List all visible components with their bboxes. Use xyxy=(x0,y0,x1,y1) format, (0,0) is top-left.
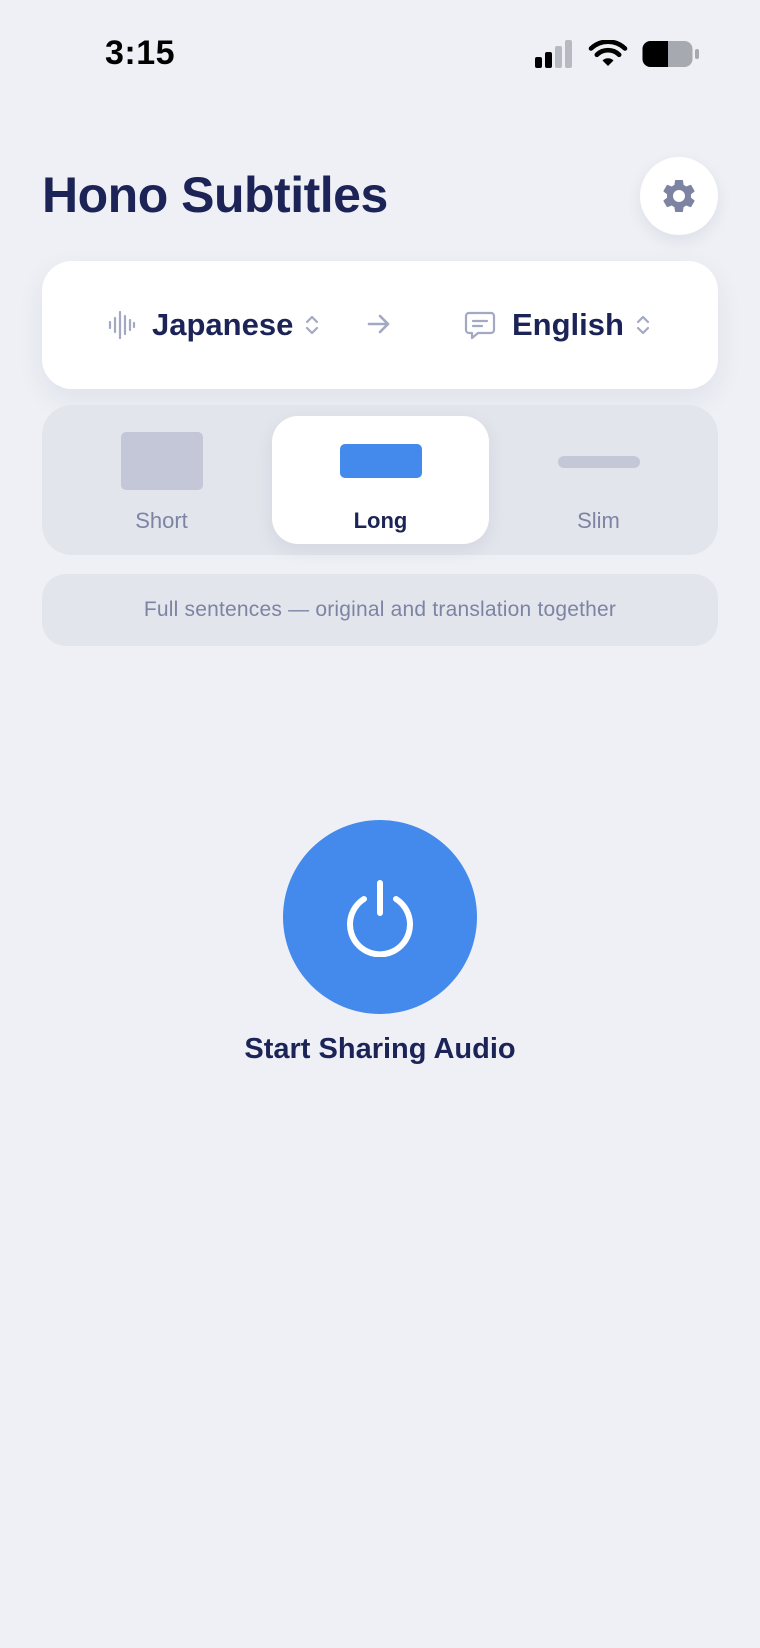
cellular-signal-icon xyxy=(535,40,572,68)
status-time: 3:15 xyxy=(105,34,176,72)
gear-icon xyxy=(663,180,695,212)
source-language-picker[interactable]: Japanese xyxy=(108,261,319,389)
app-screen: 3:15 Hono Subtitles Japanese English Sho… xyxy=(0,0,760,1648)
waveform-icon xyxy=(108,310,136,340)
status-icons xyxy=(534,40,700,68)
chevron-up-down-icon xyxy=(306,315,319,335)
page-title: Hono Subtitles xyxy=(42,167,388,223)
start-sharing-label: Start Sharing Audio xyxy=(244,1033,516,1065)
target-language-picker[interactable]: English xyxy=(464,261,650,389)
mode-slim-label: Slim xyxy=(577,508,620,533)
subtitle-mode-selector: Short Long Slim xyxy=(42,405,718,555)
power-icon xyxy=(347,880,413,957)
settings-button[interactable] xyxy=(640,157,718,235)
mode-description: Full sentences — original and translatio… xyxy=(42,574,718,646)
speech-bubble-icon xyxy=(464,311,496,340)
mode-slim[interactable]: Slim xyxy=(490,416,707,544)
mode-long[interactable]: Long xyxy=(272,416,489,544)
mode-long-label: Long xyxy=(353,508,408,533)
target-language-label: English xyxy=(512,307,624,342)
slim-mode-preview xyxy=(557,456,640,468)
mode-short-label: Short xyxy=(135,508,188,533)
wifi-icon xyxy=(588,40,628,66)
short-mode-preview xyxy=(120,432,203,490)
source-language-label: Japanese xyxy=(152,307,294,342)
language-selector: Japanese English xyxy=(42,261,718,389)
long-mode-preview xyxy=(339,444,422,478)
chevron-up-down-icon xyxy=(636,315,650,335)
battery-icon xyxy=(642,41,699,67)
mode-short[interactable]: Short xyxy=(53,416,270,544)
start-sharing-button[interactable] xyxy=(283,820,477,1014)
arrow-right-icon xyxy=(367,314,390,334)
